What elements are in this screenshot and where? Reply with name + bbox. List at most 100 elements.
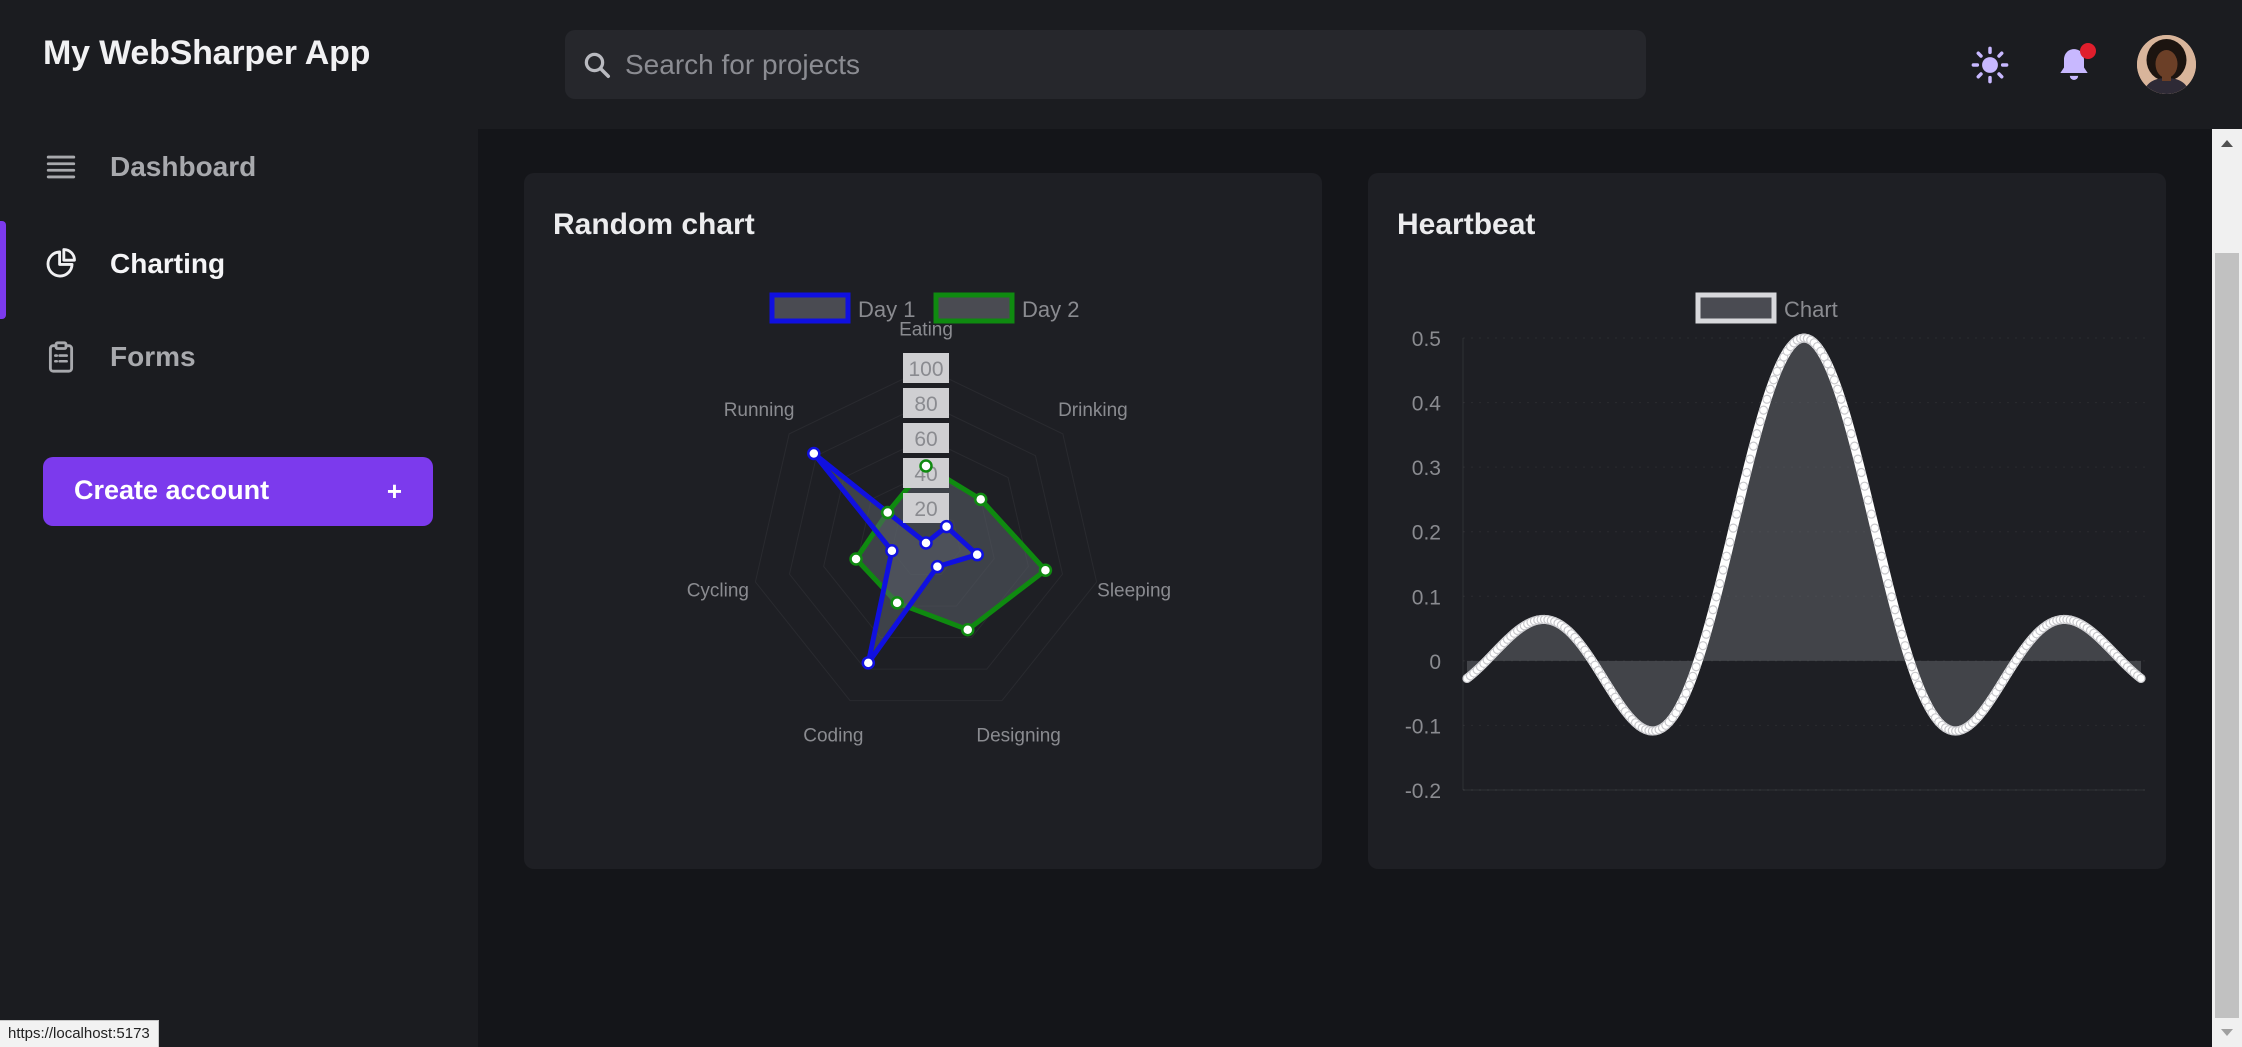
- heartbeat-point: [1769, 375, 1779, 385]
- heartbeat-point: [1725, 537, 1735, 547]
- heartbeat-point: [1705, 617, 1715, 627]
- clipboard-icon: [48, 341, 74, 373]
- heartbeat-point: [1735, 495, 1745, 505]
- heartbeat-point: [1829, 375, 1839, 385]
- heartbeat-chart: Chart 0.5 0.4 0.3 0.2 0.1 0 -0.1 -0.2: [1405, 292, 2146, 803]
- heartbeat-point: [1913, 680, 1924, 690]
- heartbeat-point: [1839, 405, 1850, 415]
- y-tick-label: 0.2: [1412, 522, 1441, 545]
- heartbeat-point: [1860, 481, 1870, 491]
- pie-chart-icon: [46, 248, 76, 278]
- y-tick-label: 0.5: [1412, 328, 1441, 351]
- y-tick-label: 0.1: [1412, 586, 1441, 609]
- plus-icon: +: [386, 476, 402, 506]
- heartbeat-point: [1745, 454, 1755, 464]
- y-tick-label: -0.2: [1405, 780, 1441, 803]
- heartbeat-area: [1467, 338, 2141, 731]
- heartbeat-point: [1701, 629, 1711, 639]
- y-tick-label: -0.1: [1405, 715, 1441, 738]
- heartbeat-point: [1688, 671, 1698, 681]
- heartbeat-point: [1910, 671, 1920, 681]
- heartbeat-chart-card: Heartbeat Chart 0.5 0.4 0.3 0.2 0.1 0 -0.1 -0.2: [1368, 173, 2166, 869]
- heartbeat-point: [1758, 405, 1769, 415]
- radar-point: [807, 446, 821, 461]
- radar-point: [930, 559, 945, 574]
- avatar[interactable]: [2137, 35, 2196, 94]
- radar-category-label: Eating: [899, 320, 953, 341]
- heartbeat-point: [1897, 629, 1907, 639]
- heartbeat-point: [1728, 523, 1738, 533]
- heartbeat-point: [1870, 523, 1880, 533]
- heartbeat-point: [1907, 662, 1917, 672]
- app-root: My WebSharper App Search for projects Da…: [0, 0, 2242, 1047]
- sidebar-item-dashboard[interactable]: Dashboard: [0, 126, 470, 210]
- radar-point: [1038, 563, 1053, 578]
- heartbeat-point: [1853, 454, 1863, 464]
- radar-point: [973, 492, 988, 507]
- sidebar-item-charting[interactable]: Charting: [0, 221, 470, 319]
- heartbeat-point: [1711, 592, 1721, 602]
- heartbeat-point: [1822, 359, 1833, 369]
- radar-tick-labels: 20406080100: [903, 353, 949, 523]
- create-account-label: Create account: [74, 475, 270, 505]
- radar-tick-label: 100: [908, 358, 943, 381]
- heartbeat-point: [1698, 641, 1708, 651]
- radar-category-label: Running: [724, 400, 795, 421]
- heartbeat-point: [1873, 537, 1883, 547]
- radar-point: [939, 519, 954, 534]
- heartbeat-point: [1772, 366, 1782, 376]
- app-title: My WebSharper App: [43, 34, 371, 72]
- vertical-scrollbar[interactable]: [2212, 129, 2242, 1047]
- sidebar-item-forms[interactable]: Forms: [0, 316, 470, 400]
- status-bar-url: https://localhost:5173: [0, 1020, 159, 1047]
- radar-point: [919, 536, 933, 550]
- chart-legend: Chart: [1695, 292, 1838, 324]
- legend-swatch: [933, 292, 1015, 324]
- menu-lines-icon: [46, 155, 76, 179]
- heartbeat-point: [1718, 565, 1728, 575]
- search-icon: [584, 52, 610, 78]
- sidebar-item-label: Dashboard: [110, 151, 257, 182]
- search-input[interactable]: [625, 30, 1625, 99]
- heartbeat-point: [1765, 384, 1775, 394]
- heartbeat-point: [1752, 429, 1762, 439]
- heartbeat-point: [1863, 495, 1873, 505]
- main-content: Random chart Day 1 Day 2 Eating Drinking Sle…: [478, 129, 2212, 1047]
- chart-legend: Day 1 Day 2: [769, 292, 1079, 324]
- heartbeat-point: [1708, 605, 1718, 615]
- scroll-up-arrow-icon[interactable]: [2212, 129, 2242, 159]
- y-tick-label: 0: [1429, 651, 1441, 674]
- heartbeat-point: [1691, 662, 1701, 672]
- sun-icon[interactable]: [1971, 46, 2009, 84]
- sidebar-item-label: Charting: [110, 248, 226, 279]
- radar-chart: Day 1 Day 2 Eating Drinking Sleeping Designin…: [687, 292, 1171, 746]
- heartbeat-point: [1887, 592, 1897, 602]
- heartbeat-point: [1748, 441, 1759, 451]
- heartbeat-point: [1883, 578, 1893, 589]
- sidebar-item-label: Forms: [110, 341, 196, 372]
- create-account-button[interactable]: Create account +: [43, 457, 433, 526]
- legend-swatch: [1695, 292, 1777, 324]
- radar-category-label: Sleeping: [1097, 581, 1171, 602]
- heartbeat-point: [1755, 416, 1765, 427]
- heartbeat-point: [1826, 366, 1836, 376]
- heartbeat-point: [1893, 617, 1903, 627]
- heartbeat-point: [1866, 509, 1876, 519]
- legend-label: Day 2: [1022, 297, 1079, 322]
- radar-point: [861, 656, 876, 670]
- heartbeat-point: [1876, 551, 1887, 561]
- search-bar[interactable]: [565, 30, 1646, 99]
- y-tick-label: 0.3: [1412, 457, 1441, 480]
- radar-point: [885, 544, 899, 558]
- radar-point: [970, 547, 984, 562]
- heartbeat-point: [1849, 441, 1860, 451]
- scroll-thumb[interactable]: [2215, 253, 2239, 1018]
- heartbeat-point: [1880, 565, 1890, 575]
- scroll-down-arrow-icon[interactable]: [2212, 1017, 2242, 1047]
- radar-point: [849, 552, 863, 566]
- heartbeat-point: [1900, 641, 1910, 651]
- active-indicator: [0, 221, 6, 319]
- radar-category-label: Drinking: [1058, 400, 1128, 421]
- legend-swatch: [769, 292, 851, 324]
- radar-tick-label: 60: [914, 428, 937, 451]
